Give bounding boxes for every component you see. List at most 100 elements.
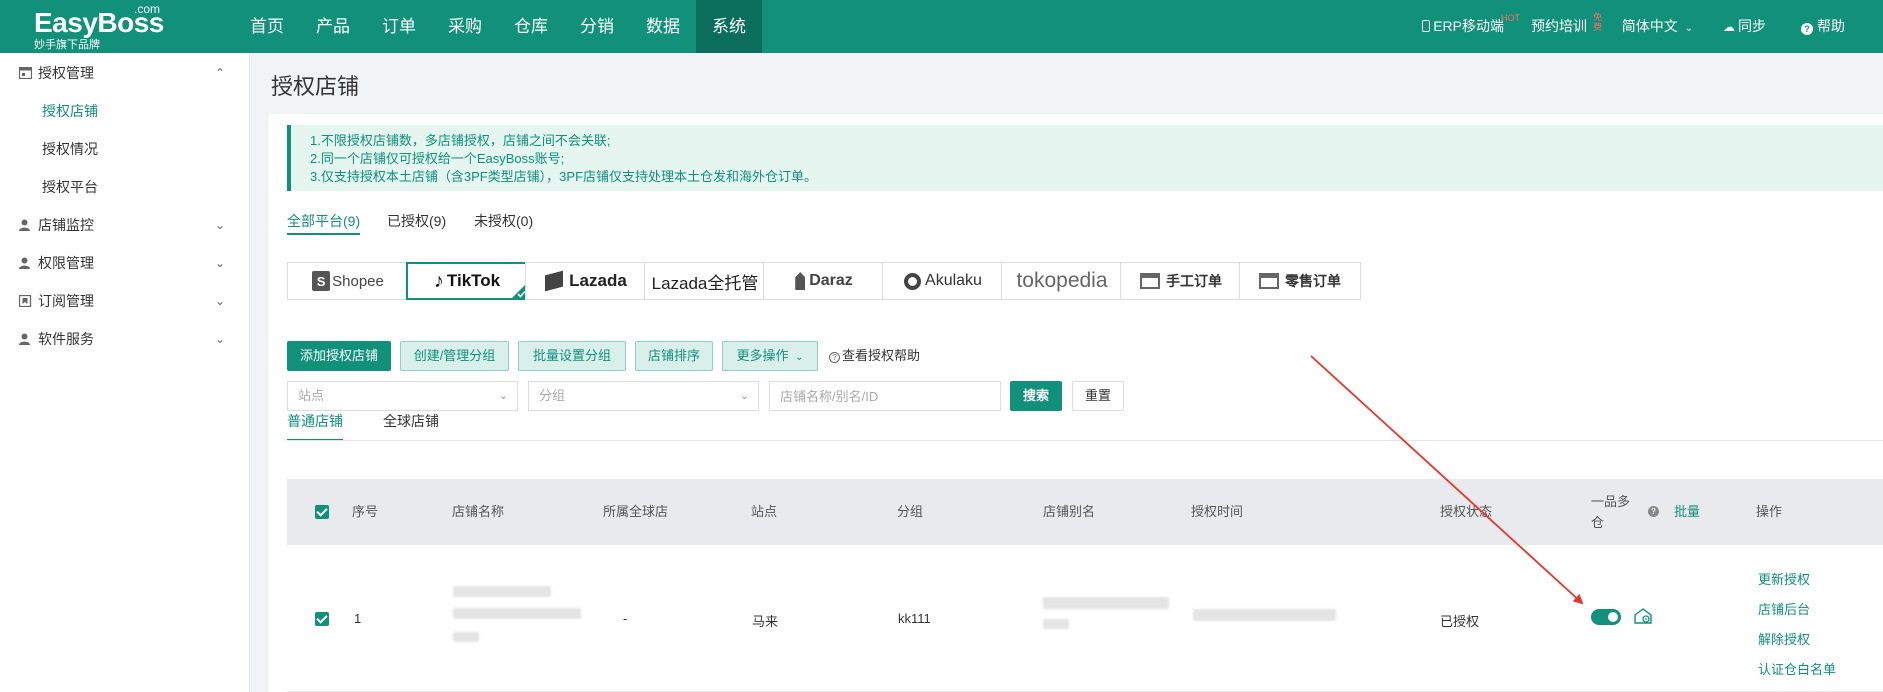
shopee-bag-icon: S <box>312 271 331 291</box>
platform-lazada-full[interactable]: Lazada全托管 <box>644 262 766 300</box>
store-search-input[interactable] <box>769 381 1001 411</box>
row-checkbox[interactable] <box>315 612 329 626</box>
row-auth-status: 已授权 <box>1440 614 1480 629</box>
sidebar-group-permission[interactable]: 权限管理 ⌄ <box>0 244 249 282</box>
chevron-down-icon: ⌄ <box>214 256 225 270</box>
nav-warehouse[interactable]: 仓库 <box>498 0 564 53</box>
tab-global-store[interactable]: 全球店铺 <box>383 411 439 441</box>
user-icon <box>19 257 30 269</box>
platform-label: Daraz <box>809 272 853 289</box>
more-actions-button[interactable]: 更多操作 ⌄ <box>722 341 818 371</box>
store-backend-link[interactable]: 店铺后台 <box>1758 599 1810 618</box>
hot-badge: HOT <box>1501 13 1520 23</box>
th-group: 分组 <box>897 504 924 519</box>
batch-link[interactable]: 批量 <box>1674 479 1700 545</box>
language-label: 简体中文 <box>1621 18 1678 34</box>
sidebar-group-subscription[interactable]: 订阅管理 ⌄ <box>0 282 249 320</box>
nav-home[interactable]: 首页 <box>234 0 300 53</box>
update-auth-link[interactable]: 更新授权 <box>1758 569 1810 588</box>
nav-data[interactable]: 数据 <box>630 0 696 53</box>
batch-group-button[interactable]: 批量设置分组 <box>518 341 626 371</box>
sync-button[interactable]: ☁ 同步 <box>1723 0 1766 53</box>
search-button[interactable]: 搜索 <box>1010 381 1062 411</box>
easyboss-logo[interactable]: EasyBoss .com 妙手旗下品牌 <box>34 3 184 51</box>
warehouse-whitelist-link[interactable]: 认证仓白名单 <box>1758 659 1836 678</box>
lazada-box-icon <box>545 270 564 292</box>
store-list-card: 添加授权店铺 创建/管理分组 批量设置分组 店铺排序 更多操作 ⌄ ? 查看授权帮… <box>269 326 1883 692</box>
language-select[interactable]: 简体中文 ⌄ <box>1622 0 1693 53</box>
training-link[interactable]: 预约培训 <box>1531 0 1587 53</box>
th-store-name: 店铺名称 <box>452 504 505 519</box>
sidebar-group-auth[interactable]: 授权管理 ⌃ <box>0 54 249 92</box>
view-help-link[interactable]: ? 查看授权帮助 <box>829 341 920 371</box>
notice-line: 3.仅支持授权本土店铺（含3PF类型店铺），3PF店铺仅支持处理本土仓发和海外仓… <box>310 169 818 184</box>
tab-all-platforms[interactable]: 全部平台(9) <box>287 211 361 235</box>
th-auth-time: 授权时间 <box>1191 504 1244 519</box>
sidebar: 授权管理 ⌃ 授权店铺 授权情况 授权平台 店铺监控 ⌄ 权限管理 ⌄ 订阅管理… <box>0 53 250 692</box>
site-select-placeholder: 站点 <box>298 388 325 403</box>
nav-purchase[interactable]: 采购 <box>432 0 498 53</box>
th-multi-line2: 仓 <box>1591 515 1605 530</box>
th-operations: 操作 <box>1756 504 1783 519</box>
platform-daraz[interactable]: Daraz <box>763 262 885 300</box>
main-content: 授权店铺 1.不限授权店铺数，多店铺授权，店铺之间不会关联; 2.同一个店铺仅可… <box>250 53 1883 692</box>
platform-shopee[interactable]: S Shopee <box>287 262 409 300</box>
akulaku-circle-icon <box>904 272 922 290</box>
sidebar-group-software[interactable]: 软件服务 ⌄ <box>0 320 249 358</box>
chevron-down-icon: ⌄ <box>1684 23 1693 34</box>
user-icon <box>19 219 30 231</box>
platform-akulaku[interactable]: Akulaku <box>882 262 1004 300</box>
nav-system[interactable]: 系统 <box>696 0 762 53</box>
sidebar-item-auth-status[interactable]: 授权情况 <box>0 130 249 168</box>
create-group-button[interactable]: 创建/管理分组 <box>400 341 509 371</box>
platform-tokopedia[interactable]: tokopedia <box>1001 262 1123 300</box>
redacted-store-name <box>453 586 551 597</box>
platform-label: 手工订单 <box>1166 273 1222 289</box>
sidebar-group-store-monitor[interactable]: 店铺监控 ⌄ <box>0 206 249 244</box>
nav-distribution[interactable]: 分销 <box>564 0 630 53</box>
row-group: kk111 <box>898 611 931 626</box>
free-badge: 免费 <box>1592 12 1602 32</box>
platform-label: Lazada <box>569 271 627 290</box>
th-index: 序号 <box>352 504 379 519</box>
tab-divider <box>287 440 1883 441</box>
cloud-icon: ☁ <box>1723 20 1735 34</box>
tiktok-note-icon: ♪ <box>433 269 444 292</box>
table-row: 1 - 马来 kk111 已授权 更新授权 店铺后台 解除授权 认证仓白名单 <box>287 545 1883 692</box>
add-store-button[interactable]: 添加授权店铺 <box>287 341 391 371</box>
select-all-checkbox[interactable] <box>315 505 329 519</box>
th-multi-line1: 一品多 <box>1591 494 1631 509</box>
store-icon <box>19 67 32 79</box>
help-button[interactable]: ? 帮助 <box>1801 0 1845 53</box>
nav-orders[interactable]: 订单 <box>366 0 432 53</box>
tab-unauthorized[interactable]: 未授权(0) <box>474 211 533 235</box>
platform-tiktok[interactable]: ♪ TikTok <box>406 262 528 300</box>
reset-button[interactable]: 重置 <box>1072 381 1124 411</box>
platform-lazada[interactable]: Lazada <box>525 262 647 300</box>
site-select[interactable]: 站点 ⌄ <box>287 381 518 411</box>
chevron-down-icon: ⌄ <box>739 390 749 402</box>
platform-retail-order[interactable]: 零售订单 <box>1239 262 1361 300</box>
sidebar-group-label: 权限管理 <box>38 255 94 271</box>
store-sort-button[interactable]: 店铺排序 <box>635 341 713 371</box>
multi-warehouse-toggle[interactable] <box>1591 609 1621 625</box>
row-site: 马来 <box>752 614 779 629</box>
sidebar-item-auth-platform[interactable]: 授权平台 <box>0 168 249 206</box>
chevron-down-icon: ⌄ <box>214 332 225 346</box>
chevron-down-icon: ⌄ <box>498 390 508 402</box>
question-icon: ? <box>829 352 840 363</box>
revoke-auth-link[interactable]: 解除授权 <box>1758 629 1810 648</box>
help-icon: ? <box>1801 23 1813 35</box>
sidebar-item-auth-store[interactable]: 授权店铺 <box>0 92 249 130</box>
tab-normal-store[interactable]: 普通店铺 <box>287 411 343 441</box>
nav-products[interactable]: 产品 <box>300 0 366 53</box>
mobile-app-link[interactable]: ERP移动端 <box>1422 0 1504 53</box>
tab-authorized[interactable]: 已授权(9) <box>387 211 446 235</box>
bookmark-icon <box>19 295 32 307</box>
chevron-down-icon: ⌄ <box>214 294 225 308</box>
help-icon[interactable]: ? <box>1648 506 1659 517</box>
warehouse-settings-icon[interactable] <box>1633 606 1653 626</box>
group-select[interactable]: 分组 ⌄ <box>528 381 759 411</box>
platform-manual-order[interactable]: 手工订单 <box>1120 262 1242 300</box>
main-nav: 首页 产品 订单 采购 仓库 分销 数据 系统 <box>234 0 762 53</box>
